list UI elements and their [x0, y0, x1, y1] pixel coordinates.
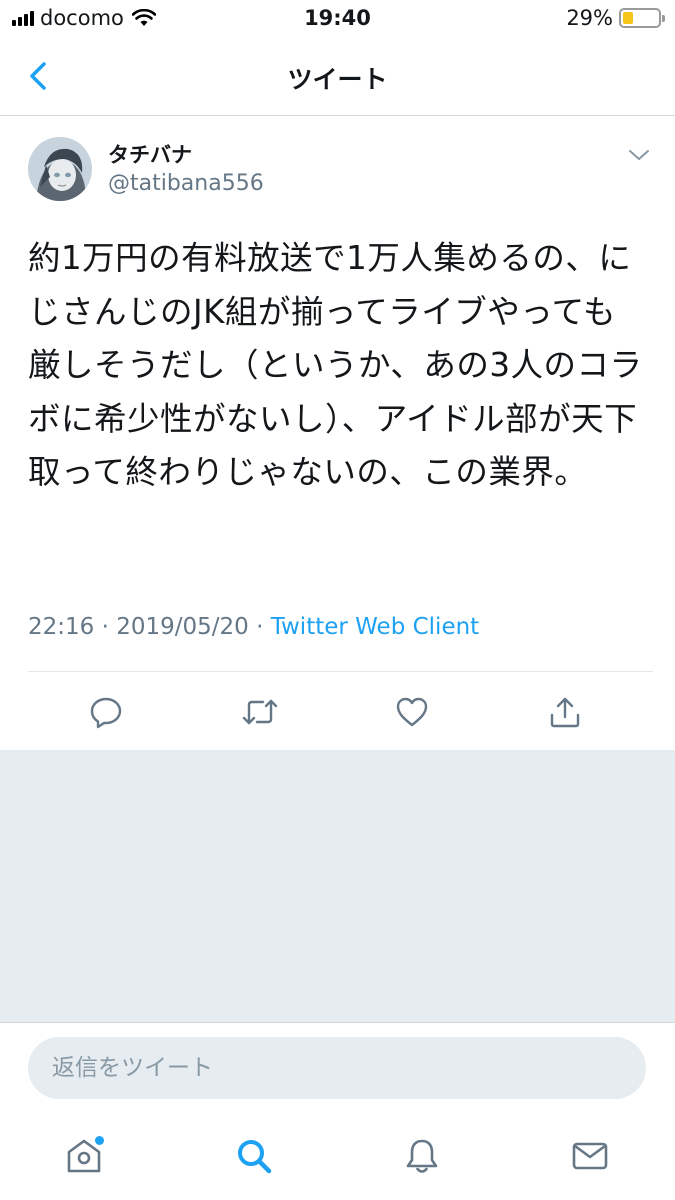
- divider: [28, 671, 653, 672]
- tab-search[interactable]: [230, 1132, 278, 1180]
- tab-notifications[interactable]: [398, 1132, 446, 1180]
- reply-bar: [0, 1022, 675, 1112]
- tweet-client-link[interactable]: Twitter Web Client: [271, 614, 479, 640]
- tweet-meta: 22:16 · 2019/05/20 · Twitter Web Client: [28, 614, 479, 640]
- tweet-actions: [0, 692, 675, 732]
- share-icon: [550, 697, 580, 728]
- status-bar: docomo 19:40 29%: [0, 0, 675, 40]
- tab-bar: [0, 1112, 675, 1200]
- user-handle[interactable]: @tatibana556: [108, 171, 264, 196]
- retweet-button[interactable]: [240, 692, 280, 732]
- tweet-card: タチバナ @tatibana556 約1万円の有料放送で1万人集めるの、にじさん…: [0, 117, 675, 750]
- reply-button[interactable]: [86, 692, 126, 732]
- search-icon: [238, 1140, 272, 1174]
- notifications-icon: [406, 1139, 438, 1173]
- meta-separator: ·: [256, 614, 264, 640]
- nav-bar: ツイート: [0, 40, 675, 116]
- avatar[interactable]: [28, 137, 92, 201]
- replies-area: [0, 750, 675, 1022]
- battery-icon: [619, 8, 665, 28]
- tab-messages[interactable]: [566, 1132, 614, 1180]
- meta-separator: ·: [101, 614, 109, 640]
- avatar-image: [28, 137, 92, 201]
- reply-icon: [90, 697, 122, 729]
- chevron-down-icon[interactable]: [627, 147, 651, 163]
- like-button[interactable]: [392, 692, 432, 732]
- display-name[interactable]: タチバナ: [108, 139, 192, 169]
- share-button[interactable]: [545, 692, 585, 732]
- tweet-date: 2019/05/20: [116, 614, 249, 640]
- battery-level: [623, 12, 633, 24]
- tweet-text: 約1万円の有料放送で1万人集めるの、にじさんじのJK組が揃ってライブやっても厳し…: [28, 239, 643, 491]
- reply-input[interactable]: [28, 1037, 646, 1099]
- battery-percent: 29%: [566, 6, 613, 30]
- like-icon: [396, 697, 428, 727]
- retweet-icon: [242, 699, 278, 725]
- status-right: 29%: [566, 6, 665, 30]
- tab-home[interactable]: [60, 1132, 108, 1180]
- messages-icon: [572, 1142, 608, 1170]
- page-title: ツイート: [287, 65, 388, 94]
- notification-dot: [95, 1136, 104, 1145]
- tweet-time: 22:16: [28, 614, 95, 640]
